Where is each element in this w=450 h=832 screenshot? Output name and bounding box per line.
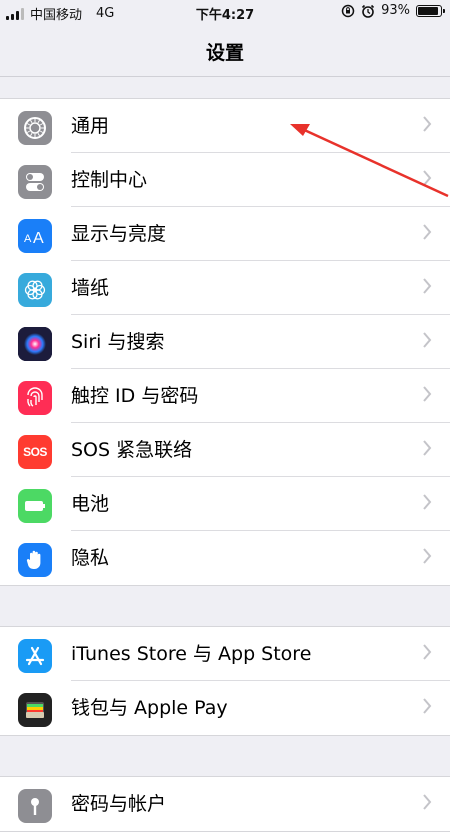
settings-row[interactable]: 钱包与 Apple Pay (0, 681, 450, 735)
settings-row-label: iTunes Store 与 App Store (71, 643, 312, 665)
wallet-icon (18, 693, 52, 727)
chevron-right-icon (422, 169, 432, 190)
settings-row-label: 隐私 (71, 547, 110, 569)
battery-percent: 93% (381, 3, 410, 18)
settings-group: 通用控制中心 A A 显示与亮度墙纸 Siri 与搜索触控 ID 与密码 SOS SOS 紧… (0, 98, 450, 586)
settings-row-label: 墙纸 (71, 277, 110, 299)
settings-row-label: 钱包与 Apple Pay (71, 697, 228, 719)
settings-row[interactable]: 密码与帐户 (0, 777, 450, 831)
settings-row[interactable]: 控制中心 (0, 153, 450, 207)
chevron-right-icon (422, 223, 432, 244)
alarm-icon (362, 4, 375, 18)
settings-group: 密码与帐户 (0, 776, 450, 832)
flower-icon (18, 273, 52, 307)
settings-row[interactable]: Siri 与搜索 (0, 315, 450, 369)
settings-row[interactable]: iTunes Store 与 App Store (0, 627, 450, 681)
chevron-right-icon (422, 793, 432, 814)
fingerprint-icon (18, 381, 52, 415)
settings-row[interactable]: A A 显示与亮度 (0, 207, 450, 261)
key-icon (18, 789, 52, 823)
nav-divider (0, 76, 450, 77)
app-store-icon (18, 639, 52, 673)
settings-row-label: 密码与帐户 (71, 793, 167, 815)
page-title: 设置 (205, 42, 244, 64)
battery-indicator-icon (416, 4, 445, 17)
settings-group: iTunes Store 与 App Store 钱包与 Apple Pay (0, 626, 450, 736)
settings-row-label: 控制中心 (71, 169, 148, 191)
chevron-right-icon (422, 439, 432, 460)
status-bar: 中国移动 4G 下午4:27 93% (0, 0, 450, 24)
settings-row[interactable]: 隐私 (0, 531, 450, 585)
settings-row[interactable]: 墙纸 (0, 261, 450, 315)
settings-row[interactable]: 通用 (0, 99, 450, 153)
chevron-right-icon (422, 697, 432, 718)
settings-row-label: 电池 (71, 493, 110, 515)
chevron-right-icon (422, 643, 432, 664)
chevron-right-icon (422, 493, 432, 514)
settings-row-label: SOS 紧急联络 (71, 439, 193, 461)
battery-icon (18, 489, 52, 523)
settings-row[interactable]: SOS SOS 紧急联络 (0, 423, 450, 477)
status-right: 93% (341, 3, 445, 18)
toggles-icon (18, 165, 52, 199)
chevron-right-icon (422, 277, 432, 298)
svg-text:A: A (24, 233, 32, 245)
svg-text:A: A (33, 230, 44, 247)
settings-row-label: 通用 (71, 115, 110, 137)
rotation-lock-icon (341, 4, 355, 17)
settings-row-label: Siri 与搜索 (71, 331, 165, 353)
settings-row[interactable]: 触控 ID 与密码 (0, 369, 450, 423)
siri-icon (18, 327, 52, 361)
chevron-right-icon (422, 331, 432, 352)
chevron-right-icon (422, 547, 432, 568)
hand-icon (18, 543, 52, 577)
text-size-icon: AA (18, 219, 52, 253)
settings-row-label: 触控 ID 与密码 (71, 385, 199, 407)
chevron-right-icon (422, 115, 432, 136)
sos-icon: SOS (18, 435, 52, 469)
settings-row-label: 显示与亮度 (71, 223, 167, 245)
gear-icon (18, 111, 52, 145)
settings-row[interactable]: 电池 (0, 477, 450, 531)
chevron-right-icon (422, 385, 432, 406)
